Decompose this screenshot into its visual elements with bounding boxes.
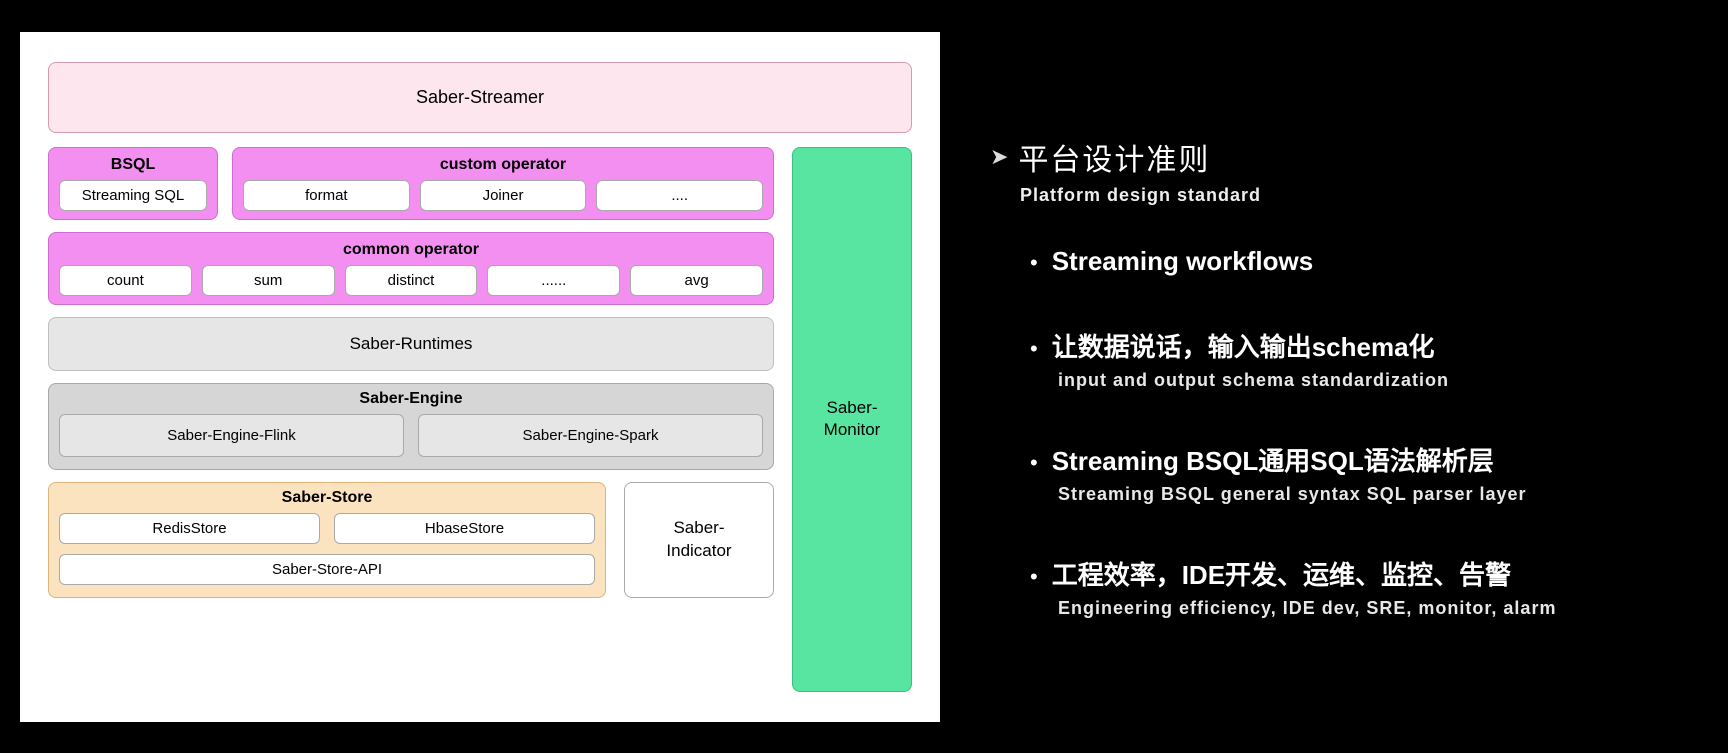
box-saber-monitor: Saber-Monitor	[792, 147, 912, 692]
bullet-1: • Streaming workflows	[1030, 246, 1698, 277]
architecture-diagram: Saber-Streamer BSQL Streaming SQL custom…	[20, 32, 940, 722]
heading-sub: Platform design standard	[1020, 185, 1698, 206]
bullet-2-main: 让数据说话，输入输出schema化	[1052, 327, 1435, 364]
pill-sum: sum	[202, 265, 335, 296]
heading-main: 平台设计准则	[1018, 135, 1210, 179]
slide: Saber-Streamer BSQL Streaming SQL custom…	[0, 32, 1728, 722]
chevron-right-icon: ➤	[990, 144, 1008, 170]
diagram-inner: Saber-Streamer BSQL Streaming SQL custom…	[48, 62, 912, 692]
pill-streaming-sql: Streaming SQL	[59, 180, 207, 211]
pill-format: format	[243, 180, 410, 211]
box-bsql: BSQL Streaming SQL	[48, 147, 218, 220]
pill-hbase-store: HbaseStore	[334, 513, 595, 544]
pill-common-more: ......	[487, 265, 620, 296]
pill-count: count	[59, 265, 192, 296]
pill-redis-store: RedisStore	[59, 513, 320, 544]
box-common-operator: common operator count sum distinct .....…	[48, 232, 774, 305]
store-title: Saber-Store	[59, 489, 595, 507]
custom-operator-title: custom operator	[243, 156, 763, 174]
bottom-wrap: Saber-Store RedisStore HbaseStore Saber-…	[48, 482, 774, 598]
box-custom-operator: custom operator format Joiner ....	[232, 147, 774, 220]
pill-joiner: Joiner	[420, 180, 587, 211]
bullet-3-sub: Streaming BSQL general syntax SQL parser…	[1058, 484, 1698, 505]
bullet-2-sub: input and output schema standardization	[1058, 370, 1698, 391]
box-saber-engine: Saber-Engine Saber-Engine-Flink Saber-En…	[48, 383, 774, 470]
pill-custom-more: ....	[596, 180, 763, 211]
box-saber-store: Saber-Store RedisStore HbaseStore Saber-…	[48, 482, 606, 598]
text-panel: ➤ 平台设计准则 Platform design standard • Stre…	[990, 115, 1708, 639]
engine-title: Saber-Engine	[59, 390, 763, 408]
bullet-dot-icon: •	[1030, 252, 1038, 274]
bullet-4-main: 工程效率，IDE开发、运维、监控、告警	[1052, 555, 1511, 592]
pill-engine-spark: Saber-Engine-Spark	[418, 414, 763, 457]
bullet-1-main: Streaming workflows	[1052, 246, 1314, 277]
common-operator-title: common operator	[59, 241, 763, 259]
bullet-dot-icon: •	[1030, 452, 1038, 474]
bullet-dot-icon: •	[1030, 338, 1038, 360]
pill-store-api: Saber-Store-API	[59, 554, 595, 585]
heading-row: ➤ 平台设计准则	[990, 135, 1698, 179]
box-saber-streamer: Saber-Streamer	[48, 62, 912, 133]
bullet-4-sub: Engineering efficiency, IDE dev, SRE, mo…	[1058, 598, 1698, 619]
box-saber-indicator: Saber-Indicator	[624, 482, 774, 598]
mid-left-stack: BSQL Streaming SQL custom operator forma…	[48, 147, 774, 692]
pill-engine-flink: Saber-Engine-Flink	[59, 414, 404, 457]
bullet-3: • Streaming BSQL通用SQL语法解析层 Streaming BSQ…	[1030, 441, 1698, 505]
bsql-title: BSQL	[59, 156, 207, 174]
bullet-4: • 工程效率，IDE开发、运维、监控、告警 Engineering effici…	[1030, 555, 1698, 619]
bullet-dot-icon: •	[1030, 566, 1038, 588]
bullet-2: • 让数据说话，输入输出schema化 input and output sch…	[1030, 327, 1698, 391]
pill-avg: avg	[630, 265, 763, 296]
row-bsql-custom: BSQL Streaming SQL custom operator forma…	[48, 147, 774, 220]
mid-wrap: BSQL Streaming SQL custom operator forma…	[48, 147, 912, 692]
bullet-3-main: Streaming BSQL通用SQL语法解析层	[1052, 441, 1494, 478]
box-saber-runtimes: Saber-Runtimes	[48, 317, 774, 371]
pill-distinct: distinct	[345, 265, 478, 296]
